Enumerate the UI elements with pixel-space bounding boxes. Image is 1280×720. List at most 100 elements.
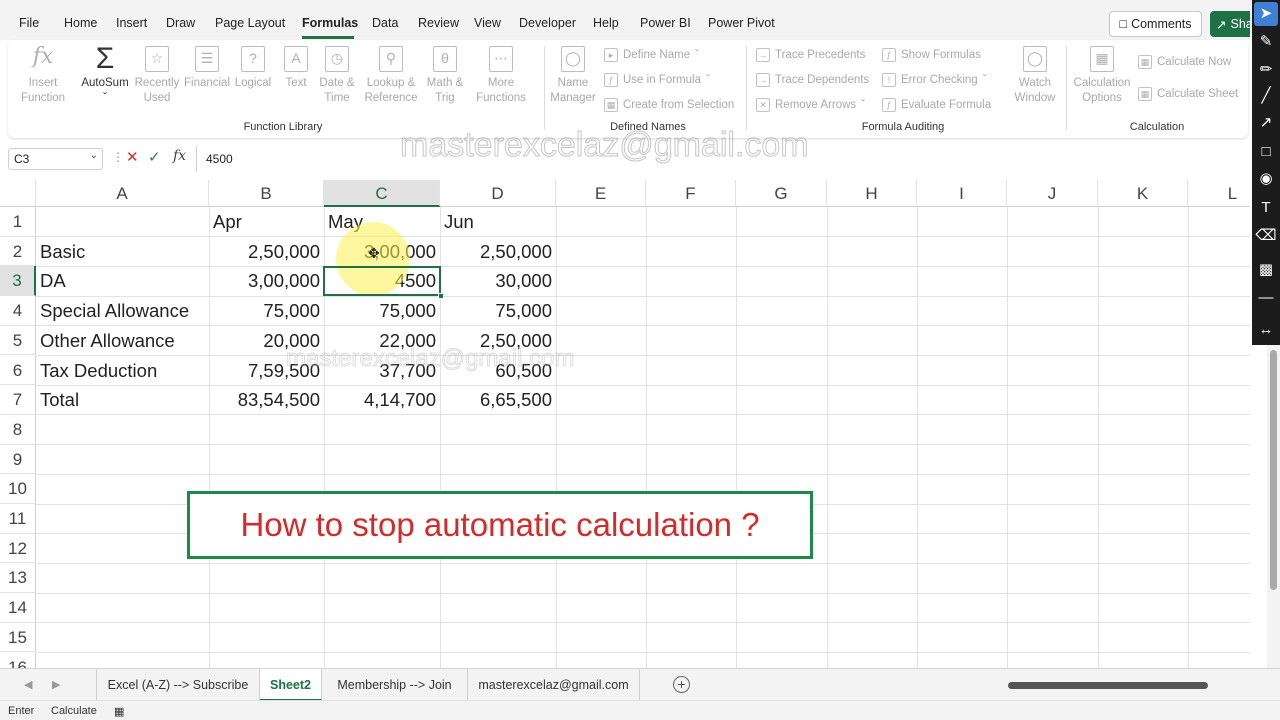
select-all-corner[interactable] — [0, 180, 36, 207]
name-box[interactable]: C3 ⌄ — [8, 148, 103, 170]
line-width-icon[interactable]: — — [1254, 286, 1278, 310]
worksheet-grid[interactable]: A B C D E F G H I J K L 1 2 3 4 5 6 7 8 … — [0, 180, 1250, 668]
financial-button[interactable]: ☰ Financial — [182, 46, 232, 91]
menu-help[interactable]: Help — [593, 16, 619, 30]
trace-dependents-button[interactable]: → Trace Dependents — [756, 73, 869, 87]
calculate-now-button[interactable]: ▦ Calculate Now — [1138, 55, 1231, 69]
chevron-right-icon[interactable]: ▶ — [52, 678, 60, 691]
row-header-1[interactable]: 1 — [0, 207, 36, 237]
row-header-9[interactable]: 9 — [0, 444, 36, 475]
accessibility-icon[interactable]: ▦ — [114, 705, 124, 718]
cell-b1[interactable]: Apr — [209, 207, 324, 237]
cell-d1[interactable]: Jun — [440, 207, 556, 237]
row-header-8[interactable]: 8 — [0, 414, 36, 445]
cell-a5[interactable]: Other Allowance — [36, 326, 209, 356]
calculation-options-button[interactable]: ▦ Calculation Options — [1070, 46, 1134, 106]
background-icon[interactable]: ▩ — [1254, 258, 1278, 282]
row-header-6[interactable]: 6 — [0, 355, 36, 386]
cell-a2[interactable]: Basic — [36, 237, 209, 267]
cell-a4[interactable]: Special Allowance — [36, 296, 209, 326]
column-header-j[interactable]: J — [1007, 180, 1098, 207]
more-functions-button[interactable]: ⋯ More Functions — [470, 46, 532, 106]
text-function-button[interactable]: A Text — [276, 46, 316, 91]
row-header-10[interactable]: 10 — [0, 474, 36, 504]
menu-formulas[interactable]: Formulas — [302, 16, 358, 30]
pointer-icon[interactable]: ➤ — [1254, 2, 1278, 26]
cell-b3[interactable]: 3,00,000 — [209, 266, 324, 296]
cell-b7[interactable]: 83,54,500 — [209, 385, 324, 415]
cell-d4[interactable]: 75,000 — [440, 296, 556, 326]
cell-c4[interactable]: 75,000 — [324, 296, 440, 326]
column-header-i[interactable]: I — [917, 180, 1007, 207]
text-tool-icon[interactable]: T — [1254, 196, 1278, 220]
menu-power-bi[interactable]: Power BI — [640, 16, 691, 30]
recently-used-button[interactable]: ☆ Recently Used — [132, 46, 182, 106]
cell-a6[interactable]: Tax Deduction — [36, 356, 209, 386]
formula-input[interactable]: 4500 — [206, 152, 233, 166]
insert-function-button[interactable]: fx Insert Function — [18, 46, 68, 106]
cell-d2[interactable]: 2,50,000 — [440, 237, 556, 267]
name-manager-button[interactable]: ◯ Name Manager — [548, 46, 598, 106]
menu-home[interactable]: Home — [64, 16, 97, 30]
row-header-4[interactable]: 4 — [0, 296, 36, 326]
sheet-tab-sheet2[interactable]: Sheet2 — [260, 669, 322, 701]
column-header-d[interactable]: D — [440, 180, 556, 207]
column-header-g[interactable]: G — [736, 180, 827, 207]
cell-a3[interactable]: DA — [36, 266, 209, 296]
show-formulas-button[interactable]: ƒ Show Formulas — [882, 48, 981, 62]
check-icon[interactable]: ✓ — [148, 148, 161, 166]
column-header-e[interactable]: E — [556, 180, 646, 207]
horizontal-scrollbar[interactable] — [1000, 680, 1230, 691]
fill-handle[interactable] — [438, 293, 444, 299]
logical-button[interactable]: ? Logical — [230, 46, 276, 91]
share-button[interactable]: ↗ Share — [1210, 11, 1250, 37]
row-header-12[interactable]: 12 — [0, 533, 36, 564]
menu-view[interactable]: View — [474, 16, 501, 30]
cell-d7[interactable]: 6,65,500 — [440, 385, 556, 415]
column-header-l[interactable]: L — [1188, 180, 1250, 207]
date-time-button[interactable]: ◷ Date & Time — [314, 46, 360, 106]
line-icon[interactable]: ╱ — [1254, 84, 1278, 108]
cell-c7[interactable]: 4,14,700 — [324, 385, 440, 415]
autosum-button[interactable]: Σ AutoSum ˇ — [78, 44, 132, 106]
column-header-h[interactable]: H — [827, 180, 917, 207]
remove-arrows-button[interactable]: ✕ Remove Arrows ˇ — [756, 98, 865, 112]
menu-power-pivot[interactable]: Power Pivot — [708, 16, 775, 30]
arrow-icon[interactable]: ↗ — [1254, 111, 1278, 135]
sheet-tab-membership[interactable]: Membership --> Join — [322, 669, 468, 701]
eraser-icon[interactable]: ⌫ — [1254, 224, 1278, 248]
highlighter-icon[interactable]: ✏ — [1254, 58, 1278, 82]
menu-file[interactable]: File — [19, 16, 39, 30]
collapse-icon[interactable]: ↔ — [1254, 318, 1278, 342]
row-header-16[interactable]: 16 — [0, 652, 36, 668]
fx-icon[interactable]: fx — [173, 148, 186, 164]
cell-a1[interactable] — [36, 207, 209, 237]
horizontal-scrollbar-thumb[interactable] — [1008, 682, 1208, 689]
column-header-k[interactable]: K — [1098, 180, 1188, 207]
cell-b2[interactable]: 2,50,000 — [209, 237, 324, 267]
cell-d3[interactable]: 30,000 — [440, 266, 556, 296]
menu-insert[interactable]: Insert — [116, 16, 147, 30]
lookup-reference-button[interactable]: ⚲ Lookup & Reference — [362, 46, 420, 106]
menu-data[interactable]: Data — [372, 16, 398, 30]
menu-developer[interactable]: Developer — [519, 16, 576, 30]
pen-icon[interactable]: ✎ — [1254, 30, 1278, 54]
row-header-2[interactable]: 2 — [0, 236, 36, 267]
row-header-13[interactable]: 13 — [0, 563, 36, 594]
menu-draw[interactable]: Draw — [166, 16, 195, 30]
column-header-a[interactable]: A — [36, 180, 209, 207]
rectangle-icon[interactable]: □ — [1254, 140, 1278, 164]
row-header-7[interactable]: 7 — [0, 385, 36, 415]
cancel-icon[interactable]: ✕ — [126, 148, 139, 166]
watch-window-button[interactable]: ◯ Watch Window — [1010, 46, 1060, 106]
shapes-icon[interactable]: ◉ — [1254, 167, 1278, 191]
menu-review[interactable]: Review — [418, 16, 459, 30]
use-in-formula-button[interactable]: ƒ Use in Formula ˇ — [604, 73, 710, 87]
create-from-selection-button[interactable]: ▦ Create from Selection — [604, 98, 734, 112]
column-header-c[interactable]: C — [324, 180, 440, 207]
trace-precedents-button[interactable]: → Trace Precedents — [756, 48, 865, 62]
evaluate-formula-button[interactable]: ƒ Evaluate Formula — [882, 98, 991, 112]
row-header-14[interactable]: 14 — [0, 593, 36, 623]
error-checking-button[interactable]: ! Error Checking ˇ — [882, 73, 987, 87]
add-sheet-icon[interactable]: + — [673, 676, 690, 693]
